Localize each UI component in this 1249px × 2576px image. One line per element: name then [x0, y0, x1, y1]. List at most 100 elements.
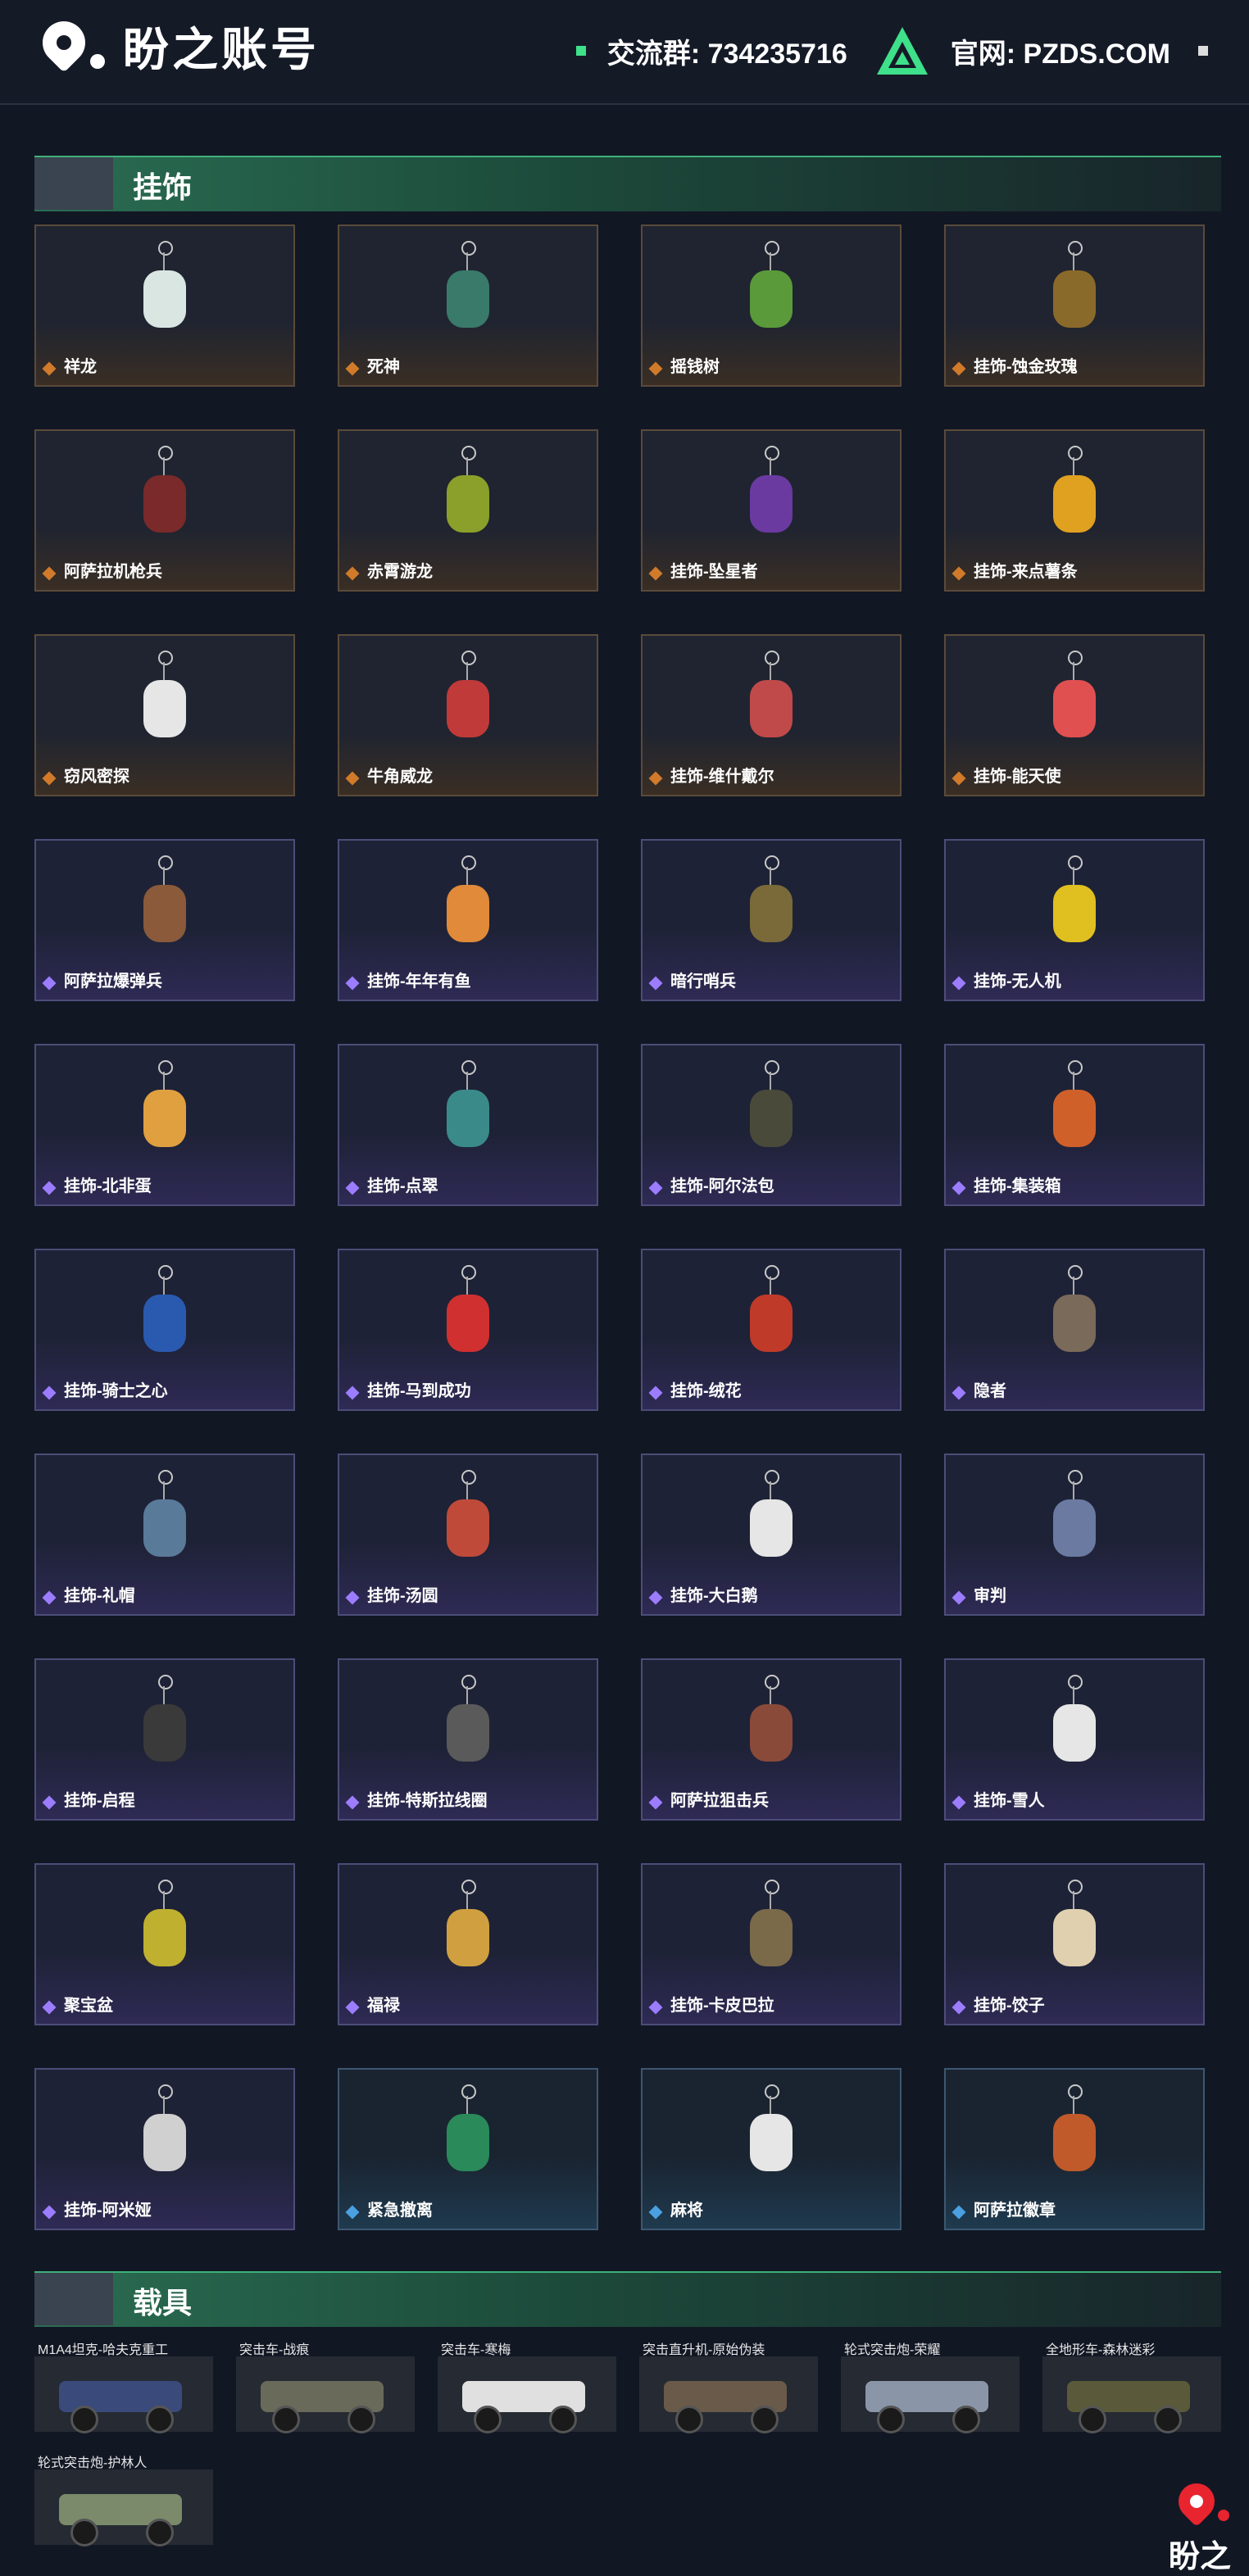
charm-image — [435, 1880, 501, 1978]
charm-name: 赤霄游龙 — [367, 563, 433, 581]
rarity-diamond-icon — [345, 1795, 360, 1810]
vehicle-name: 轮式突击炮-荣耀 — [844, 2343, 941, 2357]
charm-name: 阿萨拉爆弹兵 — [64, 973, 162, 991]
charm-card[interactable]: 挂饰-饺子 — [944, 1863, 1205, 2025]
vehicle-card[interactable]: 突击车-寒梅 — [438, 2338, 616, 2435]
charm-card[interactable]: 摇钱树 — [641, 224, 902, 387]
charm-card[interactable]: 挂饰-维什戴尔 — [641, 634, 902, 796]
vehicle-card[interactable]: 突击直升机-原始伪装 — [639, 2338, 818, 2435]
charm-card[interactable]: 死神 — [338, 224, 598, 387]
charm-card[interactable]: 赤霄游龙 — [338, 429, 598, 592]
charm-card[interactable]: 挂饰-阿尔法包 — [641, 1044, 902, 1206]
charm-card[interactable]: 福禄 — [338, 1863, 598, 2025]
charm-card[interactable]: 挂饰-北非蛋 — [34, 1044, 295, 1206]
charm-card[interactable]: 挂饰-马到成功 — [338, 1249, 598, 1411]
charm-name: 挂饰-集装箱 — [974, 1177, 1061, 1195]
charm-card[interactable]: 祥龙 — [34, 224, 295, 387]
rarity-diamond-icon — [648, 2205, 663, 2220]
charm-name: 挂饰-雪人 — [974, 1792, 1045, 1810]
charm-card[interactable]: 牛角威龙 — [338, 634, 598, 796]
vehicle-image — [438, 2356, 616, 2433]
charm-card[interactable]: 挂饰-启程 — [34, 1658, 295, 1821]
vehicle-card[interactable]: 全地形车-森林迷彩 — [1042, 2338, 1221, 2435]
charm-name: 牛角威龙 — [367, 768, 433, 786]
rarity-diamond-icon — [648, 1386, 663, 1400]
charm-card[interactable]: 挂饰-特斯拉线圈 — [338, 1658, 598, 1821]
charm-image — [435, 2084, 501, 2183]
charm-name: 挂饰-礼帽 — [64, 1587, 135, 1605]
rarity-diamond-icon — [345, 976, 360, 991]
charm-card[interactable]: 挂饰-年年有鱼 — [338, 839, 598, 1001]
rarity-diamond-icon — [42, 976, 57, 991]
charm-card[interactable]: 挂饰-汤圆 — [338, 1454, 598, 1616]
rarity-diamond-icon — [952, 566, 966, 581]
charm-card[interactable]: 挂饰-绒花 — [641, 1249, 902, 1411]
charm-name: 挂饰-汤圆 — [367, 1587, 438, 1605]
vehicle-image — [639, 2356, 818, 2433]
charm-card[interactable]: 挂饰-骑士之心 — [34, 1249, 295, 1411]
vehicle-card[interactable]: 轮式突击炮-荣耀 — [841, 2338, 1020, 2435]
rarity-diamond-icon — [648, 1590, 663, 1605]
charm-card[interactable]: 麻将 — [641, 2068, 902, 2230]
charm-card[interactable]: 暗行哨兵 — [641, 839, 902, 1001]
charm-image — [738, 1060, 804, 1159]
charm-name: 窃风密探 — [64, 768, 129, 786]
vehicle-card[interactable]: 突击车-战痕 — [236, 2338, 415, 2435]
charms-section-title: 挂饰 — [133, 170, 193, 204]
charm-card[interactable]: 阿萨拉机枪兵 — [34, 429, 295, 592]
rarity-diamond-icon — [952, 771, 966, 786]
charm-image — [738, 446, 804, 544]
vehicle-image — [34, 2356, 213, 2433]
rarity-diamond-icon — [345, 361, 360, 376]
rarity-diamond-icon — [648, 976, 663, 991]
charm-card[interactable]: 窃风密探 — [34, 634, 295, 796]
charm-card[interactable]: 挂饰-礼帽 — [34, 1454, 295, 1616]
rarity-diamond-icon — [42, 1386, 57, 1400]
charm-image — [738, 1880, 804, 1978]
charm-name: 挂饰-大白鹅 — [670, 1587, 758, 1605]
charm-image — [1042, 446, 1107, 544]
charm-name: 福禄 — [367, 1997, 400, 2015]
charm-image — [1042, 2084, 1107, 2183]
charm-card[interactable]: 挂饰-阿米娅 — [34, 2068, 295, 2230]
vehicle-card[interactable]: 轮式突击炮-护林人 — [34, 2451, 213, 2548]
charm-image — [435, 1265, 501, 1363]
charm-name: 审判 — [974, 1587, 1006, 1605]
charm-image — [1042, 1060, 1107, 1159]
charm-card[interactable]: 挂饰-坠星者 — [641, 429, 902, 592]
rarity-diamond-icon — [952, 2000, 966, 2015]
official-site-label[interactable]: 官网: PZDS.COM — [951, 31, 1170, 71]
charm-image — [738, 1265, 804, 1363]
charm-card[interactable]: 挂饰-集装箱 — [944, 1044, 1205, 1206]
charm-image — [132, 1060, 198, 1159]
rarity-diamond-icon — [648, 566, 663, 581]
charm-card[interactable]: 挂饰-点翠 — [338, 1044, 598, 1206]
watermark-logo: 盼之 — [1169, 2475, 1241, 2574]
charm-name: 挂饰-北非蛋 — [64, 1177, 152, 1195]
charms-section-header: 挂饰 — [34, 156, 1221, 211]
vehicle-card[interactable]: M1A4坦克-哈夫克重工 — [34, 2338, 213, 2435]
charm-card[interactable]: 隐者 — [944, 1249, 1205, 1411]
charm-card[interactable]: 阿萨拉狙击兵 — [641, 1658, 902, 1821]
rarity-diamond-icon — [952, 1590, 966, 1605]
brand-logo[interactable]: 盼之账号 — [34, 12, 320, 79]
charm-name: 挂饰-绒花 — [670, 1382, 742, 1400]
charm-card[interactable]: 挂饰-能天使 — [944, 634, 1205, 796]
charm-name: 阿萨拉徽章 — [974, 2202, 1056, 2220]
charm-card[interactable]: 阿萨拉爆弹兵 — [34, 839, 295, 1001]
charm-image — [1042, 1880, 1107, 1978]
charm-card[interactable]: 挂饰-来点薯条 — [944, 429, 1205, 592]
charm-name: 挂饰-蚀金玫瑰 — [974, 358, 1078, 376]
vehicle-image — [1042, 2356, 1221, 2433]
location-pin-icon — [34, 12, 105, 79]
charm-card[interactable]: 挂饰-蚀金玫瑰 — [944, 224, 1205, 387]
charm-card[interactable]: 挂饰-大白鹅 — [641, 1454, 902, 1616]
charm-card[interactable]: 聚宝盆 — [34, 1863, 295, 2025]
charm-card[interactable]: 阿萨拉徽章 — [944, 2068, 1205, 2230]
charm-card[interactable]: 紧急撤离 — [338, 2068, 598, 2230]
charm-image — [1042, 1265, 1107, 1363]
charm-card[interactable]: 审判 — [944, 1454, 1205, 1616]
charm-card[interactable]: 挂饰-雪人 — [944, 1658, 1205, 1821]
charm-card[interactable]: 挂饰-无人机 — [944, 839, 1205, 1001]
charm-card[interactable]: 挂饰-卡皮巴拉 — [641, 1863, 902, 2025]
